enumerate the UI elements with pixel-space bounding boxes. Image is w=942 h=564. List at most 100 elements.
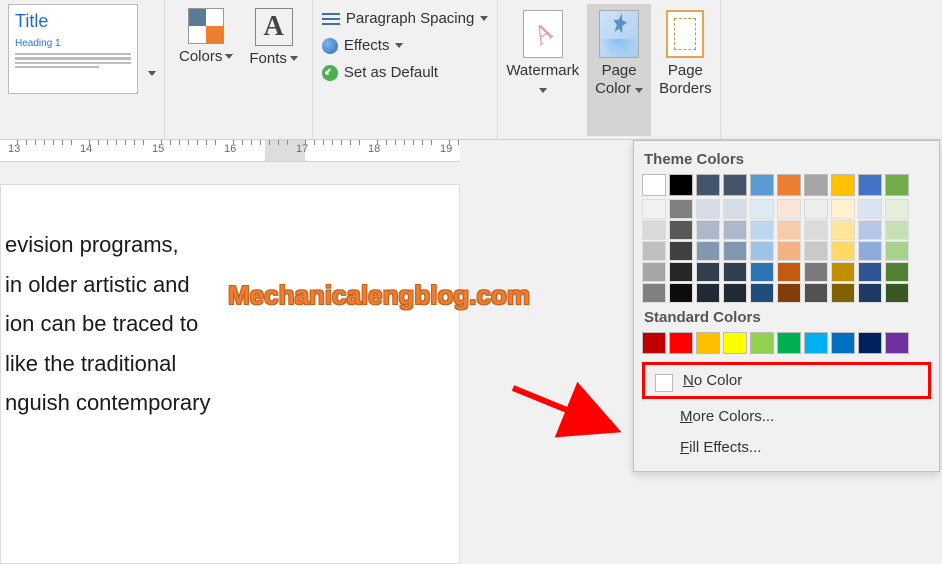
effects-label: Effects — [344, 37, 390, 54]
color-swatch[interactable] — [777, 220, 801, 240]
style-gallery-more[interactable] — [148, 63, 156, 79]
color-swatch[interactable] — [642, 283, 666, 303]
color-swatch[interactable] — [858, 220, 882, 240]
color-swatch[interactable] — [669, 241, 693, 261]
color-swatch[interactable] — [885, 174, 909, 196]
color-swatch[interactable] — [723, 332, 747, 354]
color-swatch[interactable] — [858, 174, 882, 196]
color-swatch[interactable] — [804, 241, 828, 261]
color-swatch[interactable] — [777, 174, 801, 196]
color-swatch[interactable] — [777, 241, 801, 261]
color-swatch[interactable] — [831, 220, 855, 240]
color-swatch[interactable] — [858, 283, 882, 303]
color-swatch[interactable] — [696, 262, 720, 282]
color-swatch[interactable] — [831, 332, 855, 354]
color-swatch[interactable] — [696, 283, 720, 303]
color-swatch[interactable] — [642, 241, 666, 261]
page-color-button[interactable]: PageColor — [587, 4, 651, 136]
color-swatch[interactable] — [750, 241, 774, 261]
ruler-mark: 14 — [80, 143, 92, 155]
watermark-button[interactable]: Watermark — [498, 4, 587, 136]
color-swatch[interactable] — [777, 332, 801, 354]
standard-colors-row — [642, 332, 931, 354]
color-swatch[interactable] — [723, 174, 747, 196]
paragraph-spacing-label: Paragraph Spacing — [346, 10, 474, 27]
color-swatch[interactable] — [750, 220, 774, 240]
color-swatch[interactable] — [750, 174, 774, 196]
horizontal-ruler[interactable]: 13141516171819 — [0, 140, 460, 162]
document-page[interactable]: evision programs, in older artistic and … — [0, 184, 460, 564]
color-swatch[interactable] — [858, 262, 882, 282]
color-swatch[interactable] — [858, 199, 882, 219]
doc-line: evision programs, — [1, 225, 459, 265]
color-swatch[interactable] — [885, 199, 909, 219]
color-swatch[interactable] — [669, 220, 693, 240]
colors-label: Colors — [179, 48, 222, 65]
color-swatch[interactable] — [885, 283, 909, 303]
color-swatch[interactable] — [750, 262, 774, 282]
paragraph-spacing-button[interactable]: Paragraph Spacing — [319, 8, 491, 29]
ruler-mark: 13 — [8, 143, 20, 155]
color-swatch[interactable] — [696, 199, 720, 219]
colors-button[interactable]: Colors — [173, 4, 239, 138]
color-swatch[interactable] — [831, 199, 855, 219]
color-swatch[interactable] — [777, 199, 801, 219]
color-swatch[interactable] — [750, 283, 774, 303]
color-swatch[interactable] — [885, 332, 909, 354]
color-swatch[interactable] — [669, 174, 693, 196]
color-swatch[interactable] — [642, 174, 666, 196]
color-swatch[interactable] — [750, 332, 774, 354]
color-swatch[interactable] — [696, 220, 720, 240]
color-swatch[interactable] — [804, 174, 828, 196]
color-swatch[interactable] — [723, 220, 747, 240]
color-swatch[interactable] — [723, 241, 747, 261]
color-swatch[interactable] — [642, 332, 666, 354]
effects-button[interactable]: Effects — [319, 35, 491, 56]
color-swatch[interactable] — [858, 241, 882, 261]
fonts-button[interactable]: A Fonts — [243, 4, 304, 138]
color-swatch[interactable] — [750, 199, 774, 219]
color-swatch[interactable] — [642, 220, 666, 240]
doc-line: ion can be traced to — [1, 304, 459, 344]
color-swatch[interactable] — [696, 241, 720, 261]
color-swatch[interactable] — [777, 283, 801, 303]
chevron-down-icon — [395, 43, 403, 48]
color-swatch[interactable] — [642, 262, 666, 282]
color-swatch[interactable] — [723, 283, 747, 303]
color-swatch[interactable] — [885, 262, 909, 282]
color-swatch[interactable] — [885, 241, 909, 261]
chevron-down-icon — [635, 88, 643, 93]
color-swatch[interactable] — [804, 262, 828, 282]
color-swatch[interactable] — [669, 283, 693, 303]
color-swatch[interactable] — [723, 262, 747, 282]
fill-effects-item[interactable]: Fill Effects... — [642, 432, 931, 463]
color-swatch[interactable] — [777, 262, 801, 282]
style-theme-preview[interactable]: Title Heading 1 — [8, 4, 138, 94]
more-colors-item[interactable]: More Colors... — [642, 401, 931, 432]
color-swatch[interactable] — [696, 174, 720, 196]
color-swatch[interactable] — [858, 332, 882, 354]
color-swatch[interactable] — [831, 283, 855, 303]
chevron-down-icon — [290, 56, 298, 61]
color-swatch[interactable] — [831, 241, 855, 261]
color-swatch[interactable] — [831, 262, 855, 282]
no-color-item[interactable]: No Color — [642, 362, 931, 399]
color-swatch[interactable] — [723, 199, 747, 219]
page-color-dropdown: Theme Colors Standard Colors No Color Mo… — [633, 140, 940, 472]
color-swatch[interactable] — [642, 199, 666, 219]
doc-line: in older artistic and — [1, 265, 459, 305]
color-swatch[interactable] — [669, 262, 693, 282]
color-swatch[interactable] — [804, 220, 828, 240]
color-swatch[interactable] — [669, 199, 693, 219]
color-swatch[interactable] — [804, 283, 828, 303]
color-swatch[interactable] — [804, 332, 828, 354]
color-swatch[interactable] — [831, 174, 855, 196]
color-swatch[interactable] — [804, 199, 828, 219]
fonts-label: Fonts — [249, 50, 287, 67]
color-swatch[interactable] — [696, 332, 720, 354]
preview-heading: Heading 1 — [15, 38, 131, 49]
page-borders-button[interactable]: PageBorders — [651, 4, 720, 136]
color-swatch[interactable] — [885, 220, 909, 240]
set-as-default-button[interactable]: Set as Default — [319, 62, 491, 83]
color-swatch[interactable] — [669, 332, 693, 354]
